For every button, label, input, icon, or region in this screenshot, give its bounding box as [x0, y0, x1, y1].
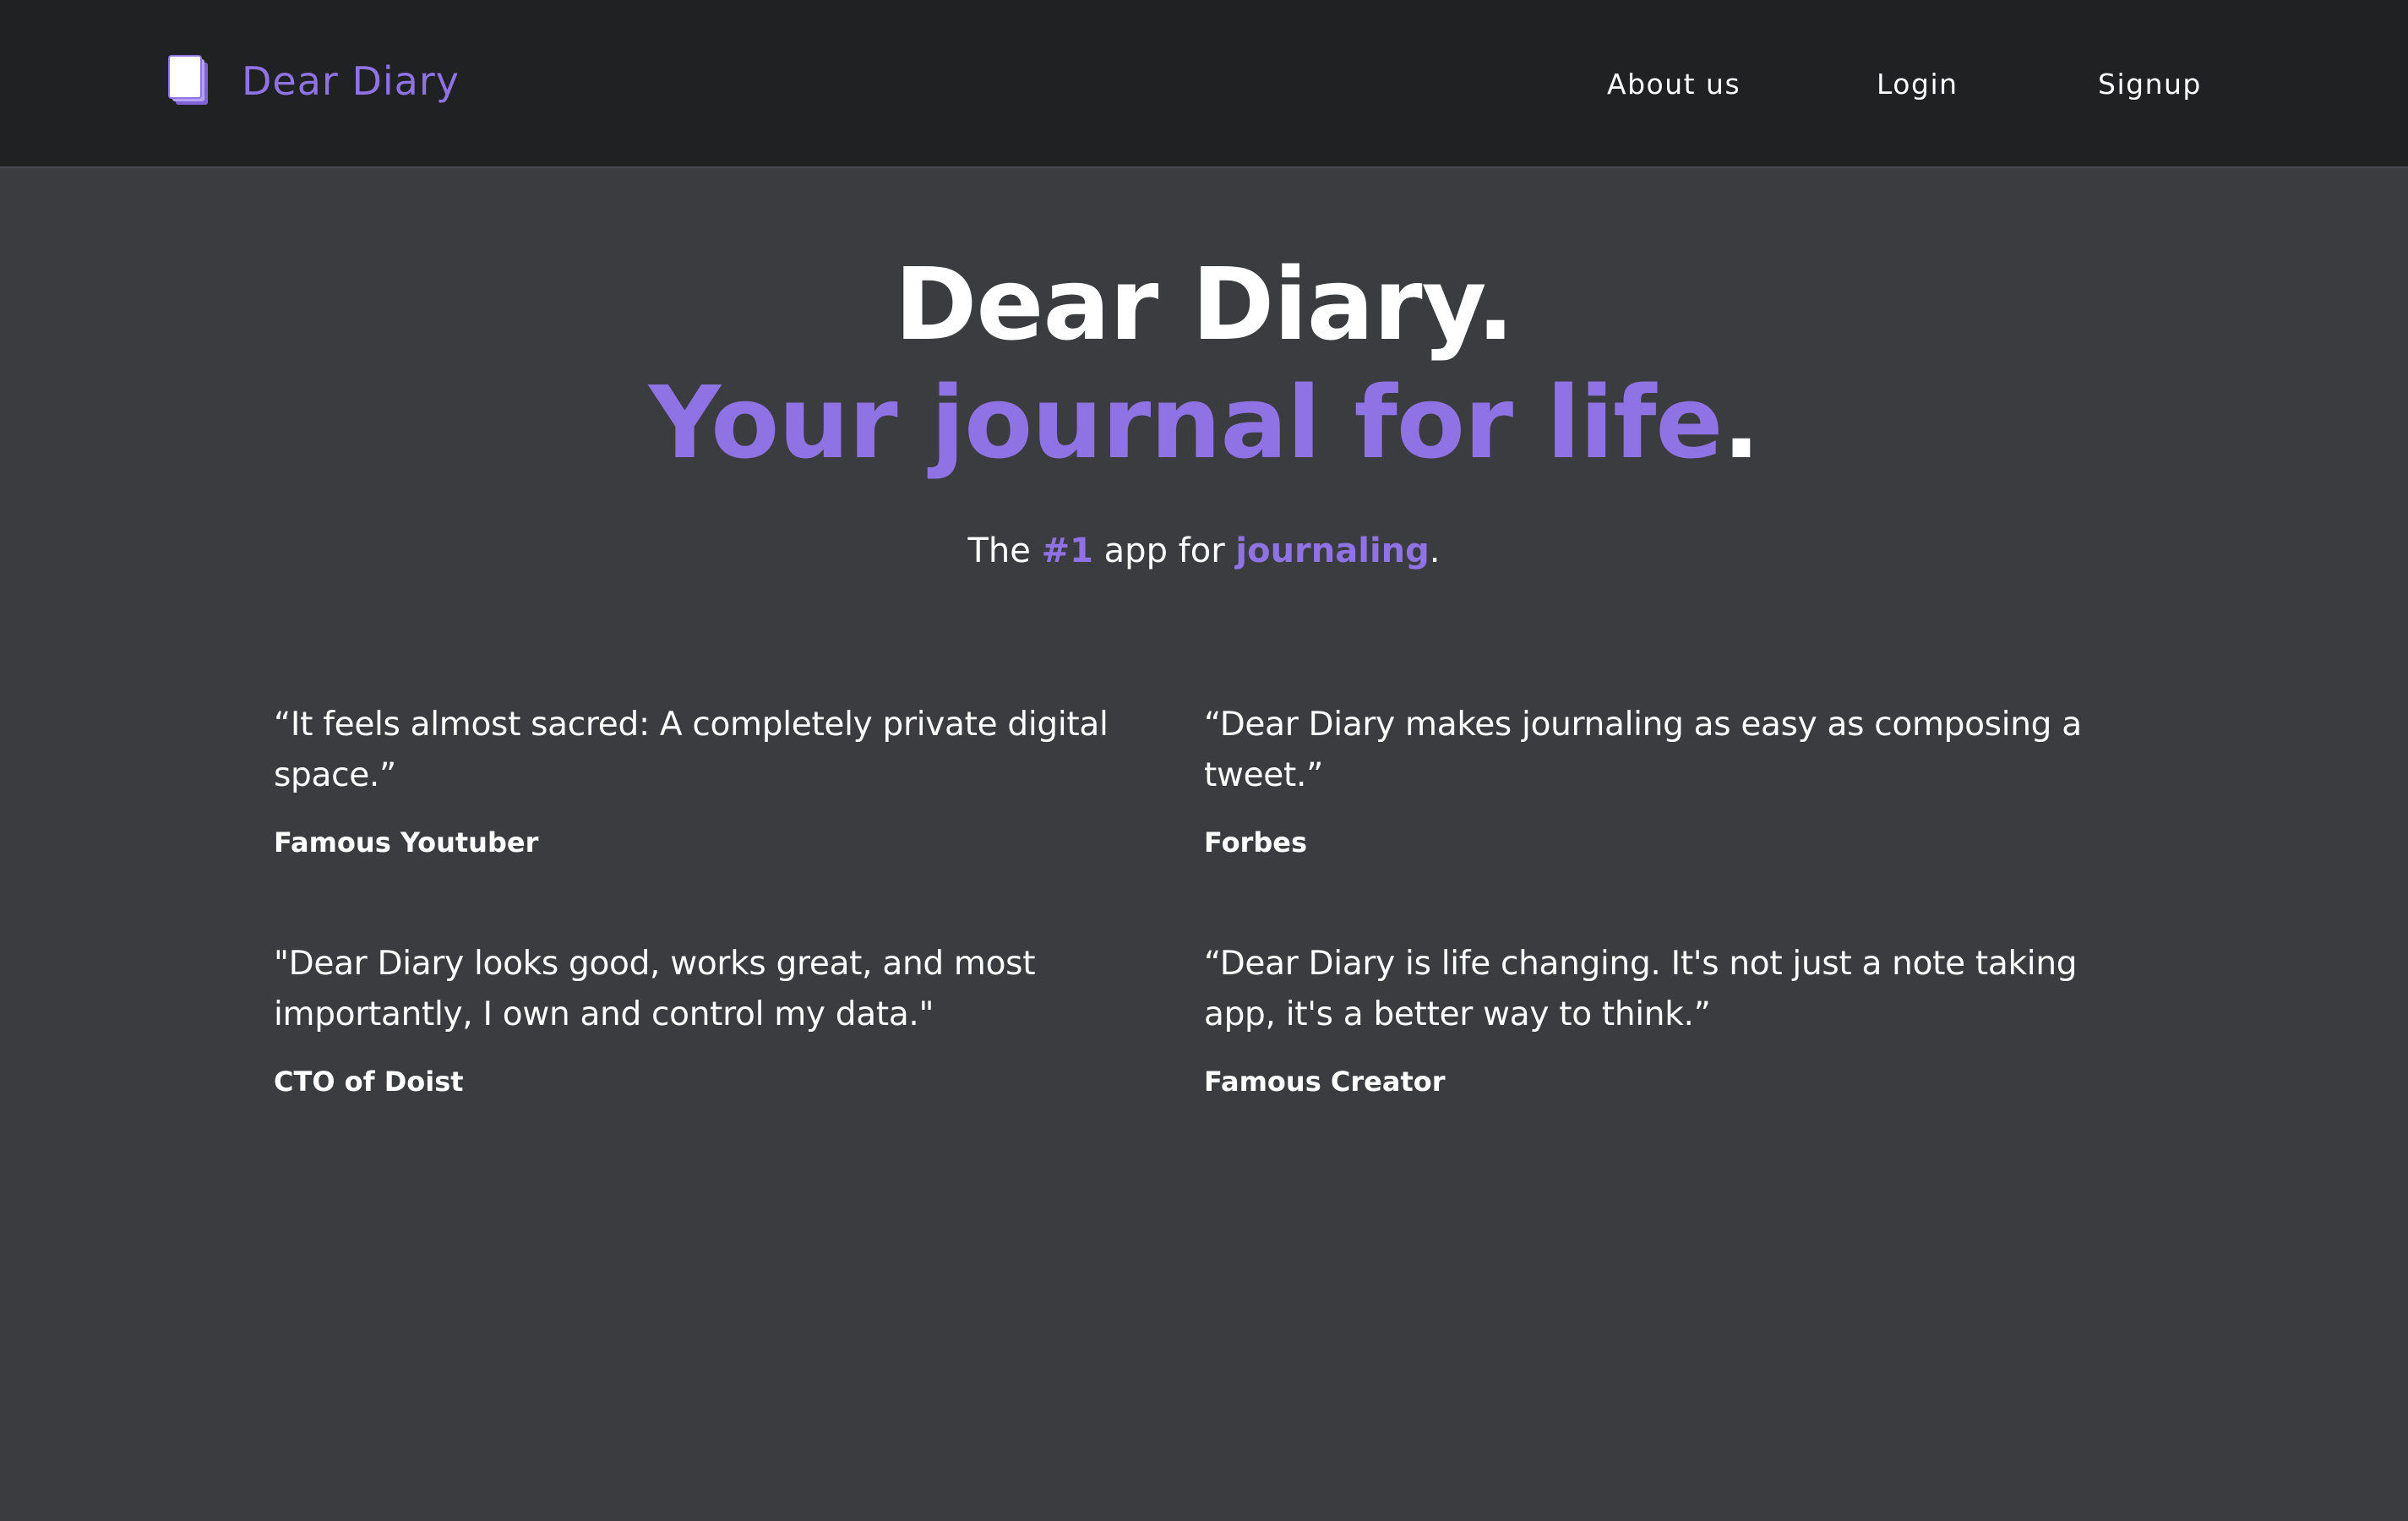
testimonial-author: CTO of Doist: [274, 1066, 464, 1098]
testimonial-card: “Dear Diary is life changing. It's not j…: [1204, 939, 2121, 1101]
hero-tagline: Your journal for life.: [0, 363, 2408, 482]
hero-subtitle-middle: app for: [1092, 532, 1236, 570]
testimonial-author: Forbes: [1204, 826, 1307, 859]
testimonial-card: “It feels almost sacred: A completely pr…: [274, 700, 1190, 862]
hero-subtitle-suffix: .: [1429, 532, 1441, 570]
nav-signup-link[interactable]: Signup: [2098, 66, 2202, 103]
hero-subtitle: The #1 app for journaling.: [0, 526, 2408, 576]
hero-subtitle-keyword: journaling: [1235, 532, 1430, 570]
testimonial-quote: “Dear Diary makes journaling as easy as …: [1204, 706, 2082, 794]
nav-about-us-link[interactable]: About us: [1607, 66, 1741, 103]
testimonial-quote: "Dear Diary looks good, works great, and…: [274, 945, 1036, 1033]
testimonial-author: Famous Youtuber: [274, 826, 539, 859]
testimonial-card: "Dear Diary looks good, works great, and…: [274, 939, 1190, 1101]
testimonial-quote: “It feels almost sacred: A completely pr…: [274, 706, 1109, 794]
brand-home-link[interactable]: Dear Diary: [167, 51, 460, 112]
notebook-icon: [168, 55, 208, 105]
testimonial-card: “Dear Diary makes journaling as easy as …: [1204, 700, 2121, 862]
hero-section: Dear Diary. Your journal for life. The #…: [0, 245, 2408, 576]
hero-subtitle-prefix: The: [967, 532, 1042, 570]
top-navbar: Dear Diary About us Login Signup: [0, 0, 2408, 168]
hero-tagline-period: .: [1722, 364, 1760, 481]
hero-subtitle-rank: #1: [1041, 532, 1093, 570]
nav-login-link[interactable]: Login: [1877, 66, 1959, 103]
testimonial-quote: “Dear Diary is life changing. It's not j…: [1204, 945, 2078, 1033]
testimonial-author: Famous Creator: [1204, 1066, 1446, 1098]
hero-tagline-text: Your journal for life: [648, 364, 1724, 481]
hero-title: Dear Diary.: [894, 246, 1514, 363]
brand-name: Dear Diary: [242, 58, 460, 104]
